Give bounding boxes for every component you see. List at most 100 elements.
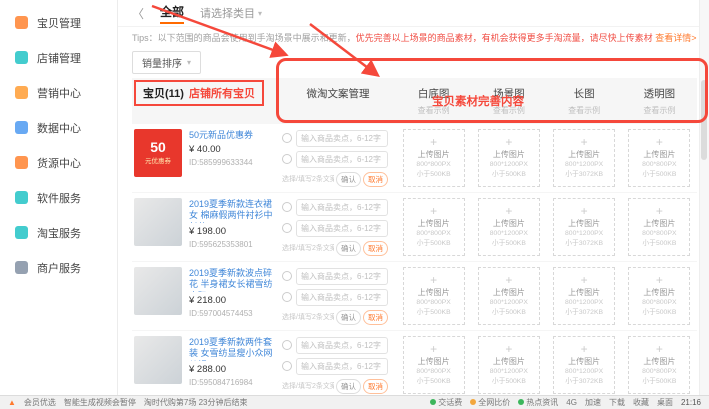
upload-scene-button[interactable]: + 上传图片 800*1200PX 小于500KB [478,267,540,325]
product-thumbnail[interactable] [134,336,182,384]
product-id: ID:597004574453 [189,309,280,318]
cancel-button[interactable]: 取消 [363,310,388,325]
confirm-button[interactable]: 确认 [336,379,361,394]
sidebar-item-icon [15,156,28,169]
radio-icon[interactable] [282,202,292,212]
col-example-link[interactable]: 查看示例 [396,105,471,116]
product-cell: 50 元优惠券 50元新品优惠券 ¥ 40.00 ID:585999633344 [132,129,280,177]
upload-white-bg-button[interactable]: + 上传图片 800*800PX 小于500KB [403,198,465,256]
upload-label: 上传图片 [568,356,600,367]
tab-all[interactable]: 全部 [160,3,184,24]
upload-label: 上传图片 [568,287,600,298]
col-header-white-bg: 白底图 查看示例 [396,86,471,116]
product-thumbnail[interactable]: 50 元优惠券 [134,129,182,177]
sidebar-item[interactable]: 营销中心 [0,75,117,110]
upload-scene-button[interactable]: + 上传图片 800*1200PX 小于500KB [478,336,540,394]
selling-point-row: 输入商品卖点，6-12字 [282,130,388,147]
sidebar-item[interactable]: 宝贝管理 [0,5,117,40]
selling-point-row: 输入商品卖点，6-12字 [282,358,388,375]
scrollbar-track[interactable] [699,0,709,395]
selling-point-input[interactable]: 输入商品卖点，6-12字 [296,358,388,375]
product-title-link[interactable]: 2019夏季新款连衣裙女 棉麻假两件衬衫中长款 [189,199,280,223]
radio-icon[interactable] [282,154,292,164]
sidebar-item[interactable]: 软件服务 [0,180,117,215]
product-thumbnail[interactable] [134,267,182,315]
upload-long-image-button[interactable]: + 上传图片 800*1200PX 小于3072KB [553,198,615,256]
sort-dropdown[interactable]: 销量排序 ▾ [132,51,201,74]
radio-icon[interactable] [282,361,292,371]
plus-icon: + [505,343,512,355]
upload-long-image-button[interactable]: + 上传图片 800*1200PX 小于3072KB [553,267,615,325]
upload-long-image-button[interactable]: + 上传图片 800*1200PX 小于3072KB [553,129,615,187]
upload-label: 上传图片 [418,356,450,367]
product-title-link[interactable]: 2019夏季新款两件套装 女雪纺显瘦小众网纱裙 [189,337,280,361]
upload-limit: 小于3072KB [565,378,603,387]
sidebar-item-label: 店铺管理 [37,50,81,66]
upload-scene-button[interactable]: + 上传图片 800*1200PX 小于500KB [478,198,540,256]
upload-white-bg-button[interactable]: + 上传图片 800*800PX 小于500KB [403,336,465,394]
taskbar-tools: 4G加速下载收藏桌面 [566,397,673,408]
selling-point-input[interactable]: 输入商品卖点，6-12字 [296,337,388,354]
upload-spec: 800*800PX [642,368,676,377]
confirm-button[interactable]: 确认 [336,172,361,187]
upload-transparent-button[interactable]: + 上传图片 800*800PX 小于500KB [628,198,690,256]
upload-label: 上传图片 [643,149,675,160]
upload-transparent-button[interactable]: + 上传图片 800*800PX 小于500KB [628,267,690,325]
cancel-button[interactable]: 取消 [363,241,388,256]
col-label: 白底图 [418,88,450,100]
upload-spec: 800*800PX [642,230,676,239]
product-title-link[interactable]: 50元新品优惠券 [189,130,253,142]
product-thumbnail[interactable] [134,198,182,246]
selling-point-input[interactable]: 输入商品卖点，6-12字 [296,268,388,285]
radio-icon[interactable] [282,223,292,233]
sidebar-item-icon [15,86,28,99]
selling-point-input[interactable]: 输入商品卖点，6-12字 [296,130,388,147]
confirm-button[interactable]: 确认 [336,310,361,325]
sidebar-item[interactable]: 数据中心 [0,110,117,145]
upload-white-bg-button[interactable]: + 上传图片 800*800PX 小于500KB [403,129,465,187]
radio-icon[interactable] [282,292,292,302]
long-image-cell: + 上传图片 800*1200PX 小于3072KB [547,198,622,256]
browser-logo-icon[interactable]: ▲ [8,398,16,407]
selling-point-row: 输入商品卖点，6-12字 [282,289,388,306]
confirm-button[interactable]: 确认 [336,241,361,256]
selling-point-input[interactable]: 输入商品卖点，6-12字 [296,289,388,306]
selling-point-input[interactable]: 输入商品卖点，6-12字 [296,151,388,168]
cancel-button[interactable]: 取消 [363,379,388,394]
sidebar-item[interactable]: 店铺管理 [0,40,117,75]
radio-icon[interactable] [282,340,292,350]
tips-detail-link[interactable]: 查看详情> [655,33,696,43]
upload-long-image-button[interactable]: + 上传图片 800*1200PX 小于3072KB [553,336,615,394]
selling-point-row: 输入商品卖点，6-12字 [282,268,388,285]
upload-limit: 小于3072KB [565,309,603,318]
back-chevron-icon[interactable]: 〈 [132,5,144,22]
sidebar-item[interactable]: 淘宝服务 [0,215,117,250]
upload-spec: 800*1200PX [565,368,603,377]
radio-icon[interactable] [282,271,292,281]
upload-spec: 800*1200PX [565,161,603,170]
table-row: 50 元优惠券 50元新品优惠券 ¥ 40.00 ID:585999633344… [132,124,697,193]
cancel-button[interactable]: 取消 [363,172,388,187]
sidebar-item-icon [15,226,28,239]
scrollbar-thumb[interactable] [701,80,707,160]
category-select[interactable]: 请选择类目 ▾ [200,5,262,21]
selling-point-input[interactable]: 输入商品卖点，6-12字 [296,220,388,237]
upload-white-bg-button[interactable]: + 上传图片 800*800PX 小于500KB [403,267,465,325]
copy-cell: 输入商品卖点，6-12字 输入商品卖点，6-12字 选择/填写2条文案 确认 取… [280,267,396,325]
upload-scene-button[interactable]: + 上传图片 800*1200PX 小于500KB [478,129,540,187]
upload-transparent-button[interactable]: + 上传图片 800*800PX 小于500KB [628,129,690,187]
sidebar-item[interactable]: 商户服务 [0,250,117,285]
upload-transparent-button[interactable]: + 上传图片 800*800PX 小于500KB [628,336,690,394]
tips-highlight: 优先完善以上场景的商品素材，有机会获得更多手淘流量，请尽快上传素材 [356,33,653,43]
long-image-cell: + 上传图片 800*1200PX 小于3072KB [547,129,622,187]
col-example-link[interactable]: 查看示例 [547,105,622,116]
radio-icon[interactable] [282,133,292,143]
upload-spec: 800*1200PX [490,161,528,170]
plus-icon: + [430,274,437,286]
upload-limit: 小于500KB [492,378,526,387]
selling-point-input[interactable]: 输入商品卖点，6-12字 [296,199,388,216]
col-example-link[interactable]: 查看示例 [622,105,697,116]
col-example-link[interactable]: 查看示例 [471,105,546,116]
sidebar-item[interactable]: 货源中心 [0,145,117,180]
product-title-link[interactable]: 2019夏季新款波点碎花 半身裙女长裙雪纺大码 [189,268,280,292]
